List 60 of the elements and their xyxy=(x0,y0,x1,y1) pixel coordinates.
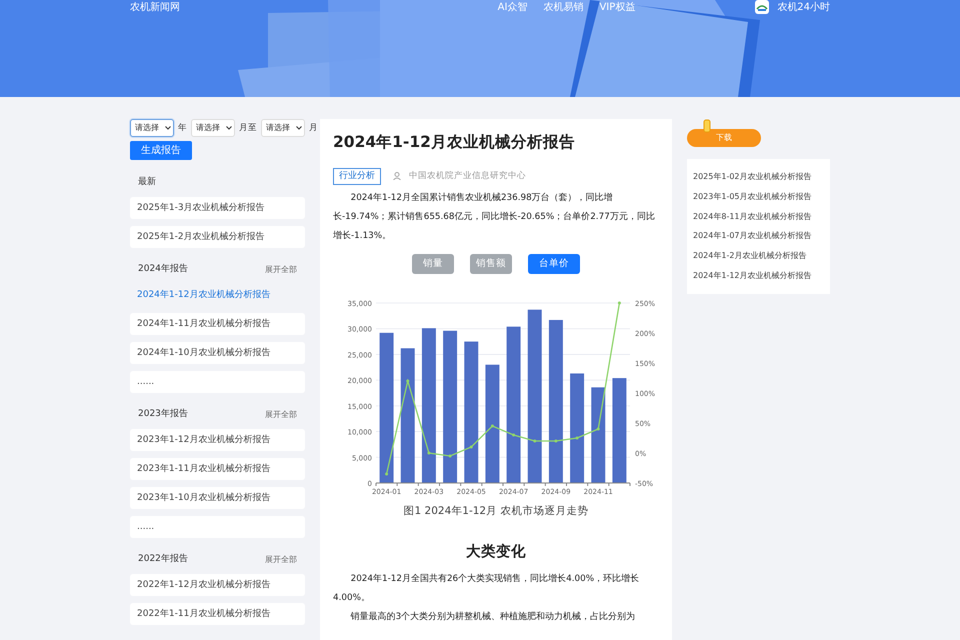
group-title: 2022年报告 xyxy=(138,552,188,566)
report-list-item[interactable]: 2022年1-12月农业机械分析报告 xyxy=(130,574,305,596)
report-list-item[interactable]: 2024年1-10月农业机械分析报告 xyxy=(130,342,305,364)
summary-paragraph: 2024年1-12月全国累计销售农业机械236.98万台（套），同比增长-19.74%；累计销售655.68亿元，同比增长-20.65%；台单价2.77万元，同比增长-1.13%。 xyxy=(333,192,656,244)
report-link[interactable]: 2023年1-05月农业机械分析报告 xyxy=(693,186,824,207)
data-point xyxy=(576,436,579,440)
report-list-item[interactable]: 2022年1-11月农业机械分析报告 xyxy=(130,603,305,625)
report-list-item[interactable]: 2024年1-11月农业机械分析报告 xyxy=(130,313,305,335)
select-suffix-label: 月 xyxy=(309,122,318,134)
report-link[interactable]: 2024年1-2月农业机械分析报告 xyxy=(693,246,824,266)
report-list-item[interactable]: ...... xyxy=(130,516,305,538)
metric-tab[interactable]: 台单价 xyxy=(528,254,580,274)
select-suffix-label: 年 xyxy=(178,122,187,134)
author-icon xyxy=(393,172,401,180)
data-point xyxy=(406,380,410,383)
report-link[interactable]: 2024年8-11月农业机械分析报告 xyxy=(693,206,824,226)
app-link[interactable]: 农机24小时 xyxy=(777,0,830,14)
data-point xyxy=(618,302,621,305)
article-title: 2024年1-12月农业机械分析报告 xyxy=(333,133,576,152)
expand-all-link[interactable]: 展开全部 xyxy=(265,408,297,420)
data-point xyxy=(470,446,473,449)
site-name[interactable]: 农机新闻网 xyxy=(130,0,180,14)
expand-all-link[interactable]: 展开全部 xyxy=(265,554,297,566)
app-logo-icon xyxy=(755,0,770,14)
caret-icon xyxy=(165,126,171,130)
caret-icon xyxy=(226,126,232,130)
data-point xyxy=(533,440,536,443)
caret-icon xyxy=(296,126,302,130)
report-list-item[interactable]: 2025年1-2月农业机械分析报告 xyxy=(130,226,305,248)
year-select[interactable]: 请选择 xyxy=(130,119,174,137)
report-list-item[interactable]: 2023年1-12月农业机械分析报告 xyxy=(130,429,305,451)
report-link[interactable]: 2025年1-02月农业机械分析报告 xyxy=(693,167,824,187)
month-select[interactable]: 请选择 xyxy=(191,119,235,137)
group-title: 2024年报告 xyxy=(138,262,188,276)
data-point xyxy=(448,454,452,458)
report-link[interactable]: 2024年1-12月农业机械分析报告 xyxy=(693,266,824,286)
expand-all-link[interactable]: 展开全部 xyxy=(265,264,297,276)
select-suffix-label: 月至 xyxy=(239,122,257,134)
author-name: 中国农机院产业信息研究中心 xyxy=(409,170,526,183)
data-point xyxy=(490,424,494,428)
body-paragraph: 2024年1-12月全国共有26个大类实现销售，同比增长4.00%，环比增长4.00%。 xyxy=(333,572,640,605)
report-list-item[interactable]: 2025年1-3月农业机械分析报告 xyxy=(130,197,305,219)
report-list-item[interactable]: 2023年1-11月农业机械分析报告 xyxy=(130,458,305,480)
chart-caption: 图1 2024年1-12月 农机市场逐月走势 xyxy=(402,504,590,520)
data-point xyxy=(596,428,600,431)
data-point xyxy=(427,452,430,455)
category-tag[interactable]: 行业分析 xyxy=(333,168,381,186)
data-point xyxy=(554,440,558,443)
data-point xyxy=(385,472,388,476)
body-paragraph: 销量最高的3个大类分别为耕整机械、种植施肥和动力机械，占比分别为 xyxy=(350,610,636,624)
report-list-item[interactable]: 2024年1-12月农业机械分析报告 xyxy=(130,284,305,306)
report-list-item[interactable]: ...... xyxy=(130,371,305,393)
group-title: 最新 xyxy=(138,176,156,189)
section-heading: 大类变化 xyxy=(465,542,527,562)
generate-report-button[interactable]: 生成报告 xyxy=(130,141,192,160)
report-link[interactable]: 2024年1-07月农业机械分析报告 xyxy=(693,226,824,246)
group-title: 2023年报告 xyxy=(138,408,188,421)
month-select[interactable]: 请选择 xyxy=(261,119,305,137)
data-point xyxy=(512,434,516,437)
report-list-item[interactable]: 2023年1-10月农业机械分析报告 xyxy=(130,487,305,509)
